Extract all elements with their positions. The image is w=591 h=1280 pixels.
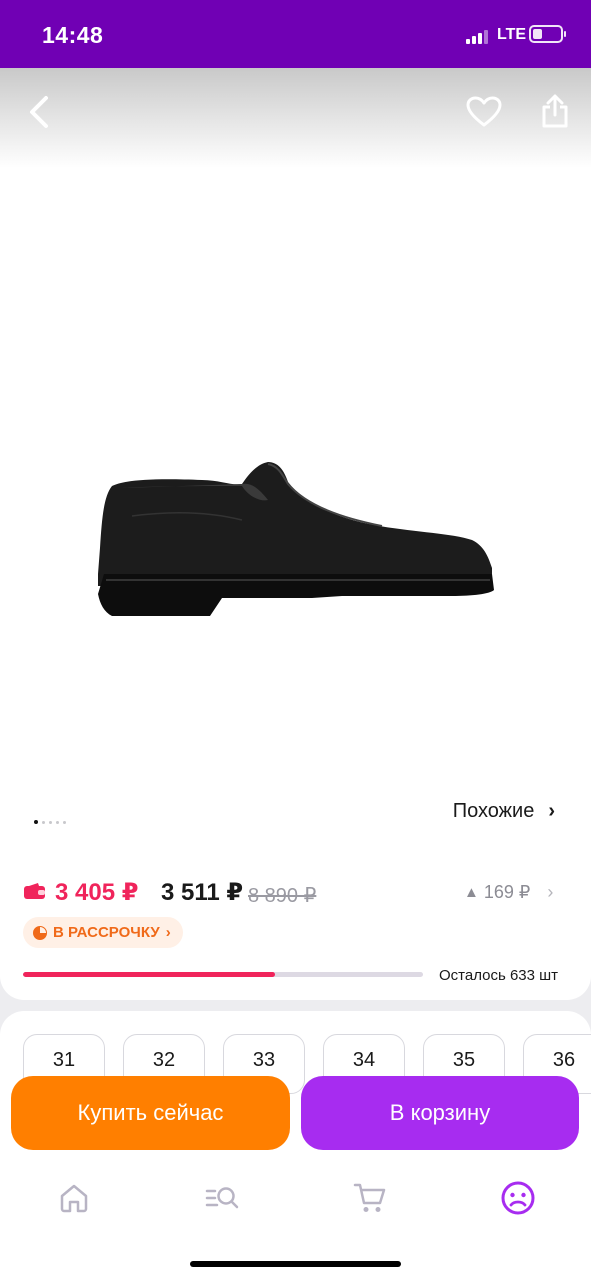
stock-remaining: Осталось 633 шт: [439, 967, 559, 984]
old-price: 8 890 ₽: [248, 885, 317, 907]
pagination-dot: [49, 820, 52, 824]
nav-profile[interactable]: [498, 1178, 538, 1218]
wallet-icon: [24, 883, 45, 899]
status-bar: 14:48 LTE: [0, 0, 591, 68]
nav-cart[interactable]: [350, 1178, 390, 1218]
network-type: LTE: [497, 26, 527, 43]
pagination-dot: [42, 820, 45, 824]
installment-label: В РАССРОЧКУ: [53, 924, 160, 941]
catalog-search-icon: [205, 1187, 239, 1209]
price-difference-button[interactable]: ▲ 169 ₽ ›: [464, 882, 553, 903]
share-icon: [542, 94, 568, 128]
back-button[interactable]: [18, 90, 58, 134]
installment-badge[interactable]: В РАССРОЧКУ ›: [23, 917, 183, 948]
add-to-cart-button[interactable]: В корзину: [301, 1076, 579, 1150]
share-button[interactable]: [533, 88, 577, 134]
nav-home[interactable]: [54, 1178, 94, 1218]
pagination-dot: [56, 820, 59, 824]
product-image[interactable]: [92, 456, 502, 631]
product-page: 14:48 LTE Похожие › 3 405 ₽ 3 511 ₽ 8 89…: [0, 0, 591, 1280]
buy-now-button[interactable]: Купить сейчас: [11, 1076, 290, 1150]
status-time: 14:48: [42, 22, 104, 48]
price-difference: 169 ₽: [483, 882, 531, 902]
price-row: 3 405 ₽ 3 511 ₽ 8 890 ₽ ▲ 169 ₽ ›: [24, 878, 564, 908]
chevron-right-icon: ›: [548, 800, 555, 822]
chevron-right-icon: ›: [547, 882, 554, 902]
price-card: 3 405 ₽ 3 511 ₽ 8 890 ₽ ▲ 169 ₽ › В РАСС…: [0, 858, 591, 1000]
chevron-left-icon: [30, 96, 48, 128]
pagination-dot-active: [34, 820, 38, 824]
battery-icon: [529, 25, 566, 43]
home-indicator: [190, 1261, 401, 1267]
cart-icon: [353, 1183, 386, 1212]
similar-products-link[interactable]: Похожие ›: [453, 800, 555, 823]
gallery-pagination: [34, 820, 66, 824]
stock-progress-fill: [23, 972, 275, 977]
chevron-right-icon: ›: [165, 924, 171, 941]
profile-icon: [501, 1181, 535, 1215]
wallet-price: 3 405 ₽: [55, 879, 139, 906]
bottom-navigation: [0, 1162, 591, 1280]
heart-icon: [466, 96, 502, 127]
home-icon: [60, 1184, 88, 1213]
triangle-up-icon: ▲: [464, 884, 479, 901]
favorite-button[interactable]: [462, 90, 506, 134]
signal-icon: [466, 28, 492, 44]
product-gallery[interactable]: Похожие ›: [0, 68, 591, 858]
stock-progress-bar: [23, 972, 423, 977]
pie-chart-icon: [33, 925, 47, 940]
pagination-dot: [63, 820, 66, 824]
similar-label: Похожие: [452, 800, 535, 822]
regular-price: 3 511 ₽: [161, 879, 244, 906]
nav-catalog[interactable]: [202, 1178, 242, 1218]
